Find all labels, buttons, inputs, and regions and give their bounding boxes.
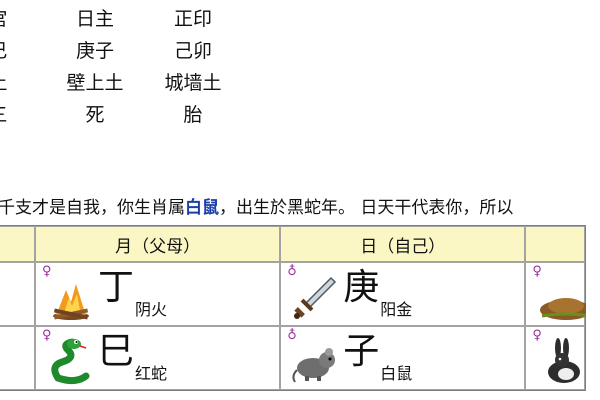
- four-pillars-table: 月（父母） 日（自己） ♀ 丁 阴火 ♁ 庚 阳金 ♀ ♀ 巳 红蛇 ♁ 子 白…: [0, 225, 587, 391]
- branch-cell-hour: ♀: [525, 326, 585, 390]
- stem-description: 阴火: [135, 300, 168, 319]
- info-cell: 日主: [75, 8, 114, 30]
- stem-character: 丁: [98, 267, 135, 308]
- branch-description: 红蛇: [135, 364, 168, 383]
- branch-description: 白鼠: [380, 364, 413, 383]
- stem-cell-hour: ♀: [525, 262, 587, 326]
- stem-cell-day: ♁ 庚 阳金: [280, 262, 526, 326]
- info-cell: 宫: [0, 8, 18, 30]
- branch-cell-day: ♁ 子 白鼠: [280, 326, 526, 390]
- fire-icon: [53, 284, 90, 320]
- info-cell: 庚子: [75, 40, 114, 62]
- sword-icon: [294, 276, 337, 319]
- branch-cell-month: ♀ 巳 红蛇: [35, 326, 281, 390]
- stem-cell-month: ♀ 丁 阴火: [35, 262, 281, 326]
- rat-icon: [292, 348, 336, 383]
- stem-cell-year: [0, 262, 36, 326]
- info-cell: 己卯: [173, 40, 212, 62]
- stem-description: 阳金: [380, 300, 413, 319]
- snake-icon: [51, 338, 90, 385]
- rabbit-icon: [548, 338, 581, 383]
- branch-character: 子: [343, 331, 380, 372]
- heavenly-stem-row: ♀ 丁 阴火 ♁ 庚 阳金 ♀: [0, 262, 587, 326]
- branch-character: 巳: [98, 331, 135, 372]
- info-cell: 死: [85, 104, 105, 126]
- table-header-row: 月（父母） 日（自己）: [0, 226, 585, 262]
- earthly-branch-row: ♀ 巳 红蛇 ♁ 子 白鼠 ♀: [0, 326, 585, 390]
- info-cell: 胎: [183, 104, 203, 126]
- info-cell: 壁上土: [66, 72, 124, 94]
- info-cell: 三: [0, 104, 18, 126]
- earth-mound-icon: [540, 298, 587, 320]
- intro-before: 千支才是自我，你生肖属: [0, 198, 185, 218]
- header-hour: [525, 226, 585, 262]
- branch-cell-year: [0, 326, 36, 390]
- info-cell: 正印: [173, 8, 212, 30]
- stem-character: 庚: [343, 267, 380, 308]
- header-day: 日（自己）: [280, 226, 526, 262]
- info-cell: 巳: [0, 40, 18, 62]
- zodiac-highlight: 白鼠: [185, 198, 219, 218]
- bazi-info-grid: 宫 日主 正印 巳 庚子 己卯 土 壁上土 城墙土 三 死 胎: [0, 0, 600, 130]
- intro-after: ，出生於黑蛇年。 日天干代表你，所以: [219, 198, 514, 218]
- info-cell: 土: [0, 72, 18, 94]
- info-cell: 城墙土: [164, 72, 222, 94]
- header-year: [0, 226, 36, 262]
- header-month: 月（父母）: [35, 226, 281, 262]
- intro-text: 千支才是自我，你生肖属白鼠，出生於黑蛇年。 日天干代表你，所以: [0, 197, 600, 219]
